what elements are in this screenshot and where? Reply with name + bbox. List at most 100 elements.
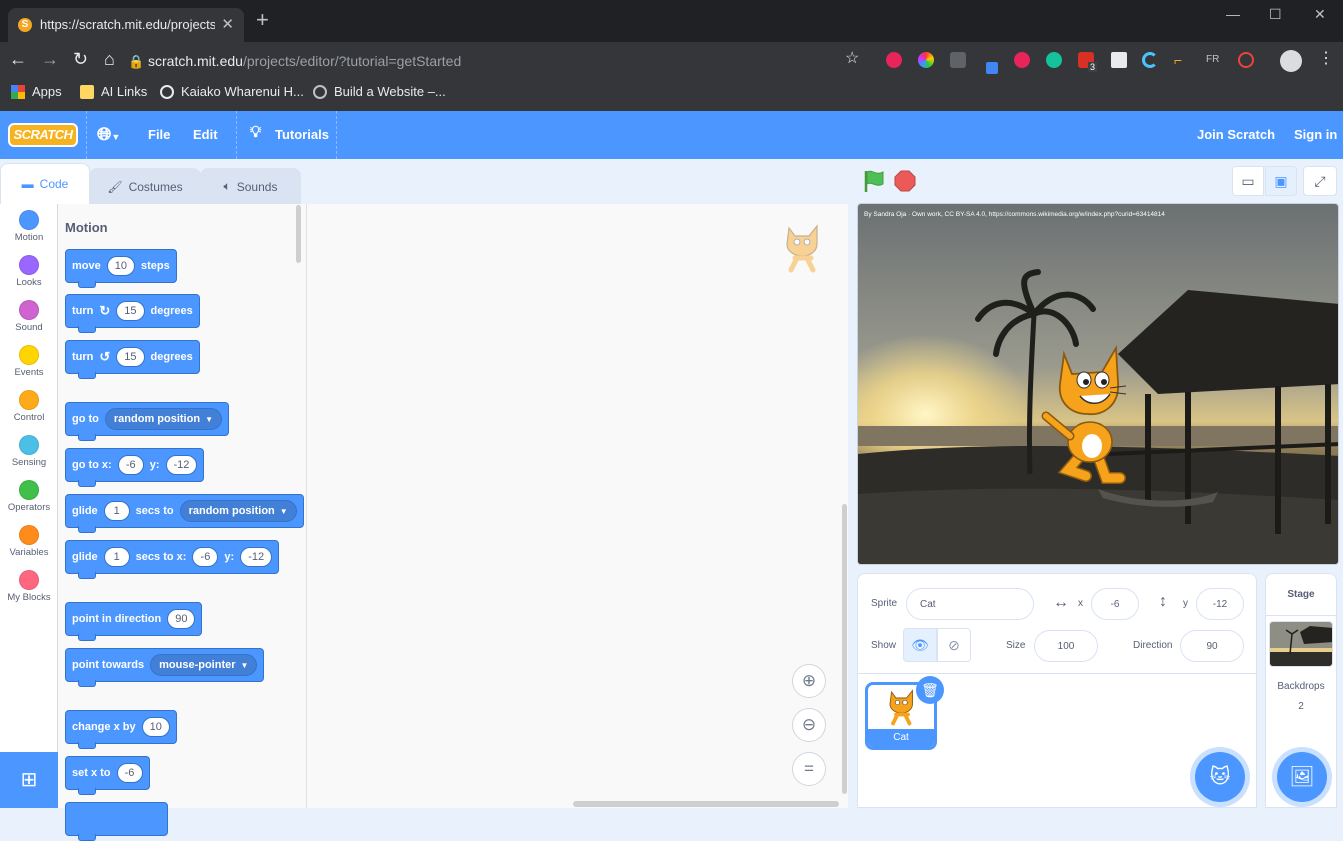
back-icon[interactable]: ← <box>9 49 27 69</box>
zoom-in-button[interactable]: ⊕ <box>792 664 826 698</box>
category-looks[interactable]: Looks <box>0 255 58 288</box>
sign-in-link[interactable]: Sign in <box>1294 127 1337 142</box>
block-number-input[interactable]: 10 <box>141 717 170 737</box>
tab-costumes[interactable]: 🖌︎ Costumes <box>89 168 201 204</box>
profile-avatar[interactable] <box>1280 50 1302 72</box>
block-point-in-direction[interactable]: point in direction 90 <box>65 602 203 641</box>
block-turn-right[interactable]: turn ↻ 15 degrees <box>65 294 200 333</box>
block-go-to[interactable]: go to random position ▼ <box>65 402 229 441</box>
url-field[interactable]: scratch.mit.edu/projects/editor/?tutoria… <box>148 53 461 69</box>
block-number-input[interactable]: -6 <box>192 547 219 567</box>
extension-icon[interactable]: ⌐ <box>1174 52 1190 68</box>
extension-icon[interactable] <box>1238 52 1254 68</box>
extension-icon[interactable] <box>986 62 998 74</box>
extension-icon[interactable] <box>1111 52 1127 68</box>
block-dropdown[interactable]: mouse-pointer ▼ <box>150 654 258 676</box>
delete-sprite-button[interactable]: 🗑︎ <box>916 676 944 704</box>
block-number-input[interactable]: 10 <box>106 256 135 276</box>
block-partial[interactable] <box>65 802 168 841</box>
block-move-steps[interactable]: move 10 steps <box>65 249 177 288</box>
stage-canvas[interactable]: By Sandra Oja · Own work, CC BY-SA 4.0, … <box>857 203 1339 565</box>
tutorials-menu[interactable]: Tutorials <box>275 127 329 142</box>
color-picker-extension-icon[interactable] <box>918 52 934 68</box>
bookmark-star-icon[interactable]: ☆ <box>845 49 859 69</box>
size-input[interactable]: 100 <box>1034 630 1098 662</box>
show-sprite-button[interactable]: 👁︎ <box>903 628 937 662</box>
bookmark-ai-links[interactable]: AI Links <box>80 84 147 99</box>
edit-menu[interactable]: Edit <box>193 127 218 142</box>
y-input[interactable]: -12 <box>1196 588 1244 620</box>
block-number-input[interactable]: 1 <box>103 547 130 567</box>
zoom-out-button[interactable]: ⊖ <box>792 708 826 742</box>
category-events[interactable]: Events <box>0 345 58 378</box>
category-sensing[interactable]: Sensing <box>0 435 58 468</box>
small-stage-button[interactable]: ▭ <box>1232 166 1264 196</box>
block-number-input[interactable]: -6 <box>116 763 143 783</box>
reload-icon[interactable]: ↻ <box>73 49 88 69</box>
menu-kebab-icon[interactable]: ⋮ <box>1318 49 1334 69</box>
category-sound[interactable]: Sound <box>0 300 58 333</box>
choose-backdrop-button[interactable]: 🖼︎ <box>1277 752 1327 802</box>
normal-stage-button[interactable]: ▣ <box>1265 166 1297 196</box>
file-menu[interactable]: File <box>148 127 170 142</box>
category-variables[interactable]: Variables <box>0 525 58 558</box>
category-control[interactable]: Control <box>0 390 58 423</box>
scratch-logo[interactable]: SCRATCH <box>8 123 78 147</box>
join-scratch-link[interactable]: Join Scratch <box>1197 127 1275 142</box>
fullscreen-button[interactable]: ⤢ <box>1303 166 1337 196</box>
x-input[interactable]: -6 <box>1091 588 1139 620</box>
block-number-input[interactable]: 15 <box>116 301 145 321</box>
extension-icon[interactable]: FR <box>1206 52 1222 68</box>
block-go-to-xy[interactable]: go to x: -6 y: -12 <box>65 448 205 487</box>
bookmark-apps[interactable]: Apps <box>11 84 62 99</box>
bookmark-build-website[interactable]: Build a Website –... <box>313 84 446 99</box>
tab-sounds[interactable]: 🔈︎ Sounds <box>200 168 301 204</box>
extension-icon[interactable] <box>1142 52 1158 68</box>
browser-tab[interactable]: S https://scratch.mit.edu/projects/e ✕ <box>8 8 244 42</box>
add-extension-button[interactable]: ⊞ <box>0 752 58 808</box>
category-motion[interactable]: Motion <box>0 210 58 243</box>
block-point-towards[interactable]: point towards mouse-pointer ▼ <box>65 648 265 687</box>
block-change-x[interactable]: change x by 10 <box>65 710 177 749</box>
workspace-horizontal-scrollbar[interactable] <box>573 801 839 807</box>
workspace-vertical-scrollbar[interactable] <box>842 504 847 794</box>
block-number-input[interactable]: 15 <box>116 347 145 367</box>
block-set-x[interactable]: set x to -6 <box>65 756 150 795</box>
extension-icon[interactable] <box>1014 52 1030 68</box>
close-window-icon[interactable]: ✕ <box>1314 6 1326 23</box>
maximize-icon[interactable]: ☐ <box>1269 6 1282 23</box>
grammarly-icon[interactable] <box>1046 52 1062 68</box>
zoom-reset-button[interactable]: = <box>792 752 826 786</box>
code-workspace[interactable]: ⊕ ⊖ = <box>307 204 848 808</box>
bookmark-kaiako[interactable]: Kaiako Wharenui H... <box>160 84 304 99</box>
block-number-input[interactable]: 90 <box>167 609 196 629</box>
hide-sprite-button[interactable]: ⊘ <box>937 628 971 662</box>
pocket-extension-icon[interactable] <box>950 52 966 68</box>
stage-target-pane[interactable]: Stage Backdrops 2 🖼︎ <box>1265 573 1337 808</box>
block-glide-to[interactable]: glide 1 secs to random position ▼ <box>65 494 304 533</box>
block-glide-to-xy[interactable]: glide 1 secs to x: -6 y: -12 <box>65 540 280 579</box>
close-tab-icon[interactable]: ✕ <box>221 15 234 33</box>
direction-input[interactable]: 90 <box>1180 630 1244 662</box>
block-number-input[interactable]: -6 <box>117 455 144 475</box>
backdrop-thumbnail[interactable] <box>1269 621 1333 667</box>
block-turn-left[interactable]: turn ↺ 15 degrees <box>65 340 200 379</box>
extension-icon[interactable] <box>886 52 902 68</box>
new-tab-icon[interactable]: + <box>256 9 269 31</box>
stop-icon[interactable] <box>894 170 916 192</box>
block-dropdown[interactable]: random position ▼ <box>179 500 297 522</box>
block-number-input[interactable]: 1 <box>103 501 130 521</box>
home-icon[interactable]: ⌂ <box>104 49 115 69</box>
tab-code[interactable]: ▬ Code <box>0 163 90 204</box>
category-my-blocks[interactable]: My Blocks <box>0 570 58 603</box>
language-globe-icon[interactable]: 🌐︎▼ <box>97 124 120 145</box>
block-dropdown[interactable]: random position ▼ <box>104 408 222 430</box>
choose-sprite-button[interactable]: 🐱︎ <box>1195 752 1245 802</box>
palette-scrollbar[interactable] <box>296 205 301 263</box>
forward-icon[interactable]: → <box>41 49 59 69</box>
sprite-name-input[interactable]: Cat <box>906 588 1034 620</box>
block-number-input[interactable]: -12 <box>240 547 273 567</box>
green-flag-icon[interactable] <box>862 169 886 193</box>
category-operators[interactable]: Operators <box>0 480 58 513</box>
block-number-input[interactable]: -12 <box>165 455 198 475</box>
